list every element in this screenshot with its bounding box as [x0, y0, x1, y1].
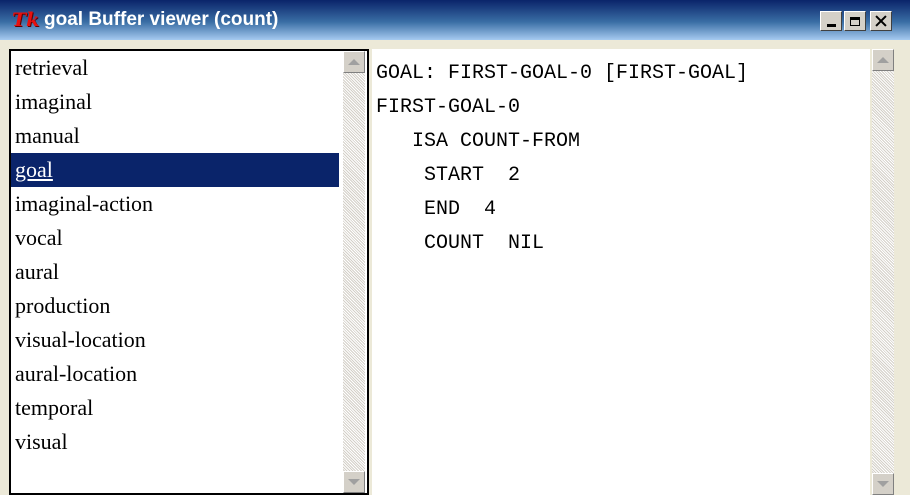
- arrow-down-icon: [877, 481, 889, 487]
- list-item[interactable]: visual-location: [11, 323, 339, 357]
- scroll-down-button[interactable]: [872, 473, 894, 495]
- list-item[interactable]: vocal: [11, 221, 339, 255]
- minimize-button[interactable]: [820, 11, 842, 31]
- minimize-icon: [826, 24, 836, 27]
- list-item[interactable]: retrieval: [11, 51, 339, 85]
- list-item[interactable]: aural-location: [11, 357, 339, 391]
- buffer-text-line: ISA COUNT-FROM: [376, 130, 581, 153]
- close-button[interactable]: [870, 11, 892, 31]
- list-item[interactable]: imaginal-action: [11, 187, 339, 221]
- list-item[interactable]: temporal: [11, 391, 339, 425]
- list-item[interactable]: manual: [11, 119, 339, 153]
- close-icon: [875, 15, 887, 27]
- buffer-text-line: END 4: [376, 198, 497, 221]
- arrow-down-icon: [348, 479, 360, 485]
- list-item[interactable]: production: [11, 289, 339, 323]
- window-title: goal Buffer viewer (count): [44, 9, 279, 30]
- buffer-text-line: FIRST-GOAL-0: [376, 96, 521, 119]
- buffer-text-line: START 2: [376, 164, 521, 187]
- buffer-text-line: COUNT NIL: [376, 232, 545, 255]
- list-item-selected[interactable]: goal: [11, 153, 339, 187]
- arrow-up-icon: [877, 57, 889, 63]
- buffer-list[interactable]: retrieval imaginal manual goal imaginal-…: [11, 51, 339, 493]
- buffer-list-scrollbar[interactable]: [343, 51, 365, 493]
- scroll-down-button[interactable]: [343, 471, 365, 493]
- scroll-up-button[interactable]: [343, 51, 365, 73]
- list-item[interactable]: aural: [11, 255, 339, 289]
- title-bar[interactable]: Tk goal Buffer viewer (count): [0, 0, 910, 40]
- maximize-button[interactable]: [844, 11, 866, 31]
- buffer-list-panel: retrieval imaginal manual goal imaginal-…: [9, 49, 369, 495]
- maximize-icon: [850, 16, 860, 26]
- scroll-up-button[interactable]: [872, 49, 894, 71]
- tk-logo-icon: Tk: [12, 9, 40, 31]
- list-item[interactable]: imaginal: [11, 85, 339, 119]
- arrow-up-icon: [348, 59, 360, 65]
- buffer-contents-scrollbar[interactable]: [872, 49, 894, 495]
- buffer-text-line: GOAL: FIRST-GOAL-0 [FIRST-GOAL]: [376, 62, 749, 85]
- buffer-contents-text[interactable]: GOAL: FIRST-GOAL-0 [FIRST-GOAL] FIRST-GO…: [372, 49, 870, 495]
- list-item[interactable]: visual: [11, 425, 339, 459]
